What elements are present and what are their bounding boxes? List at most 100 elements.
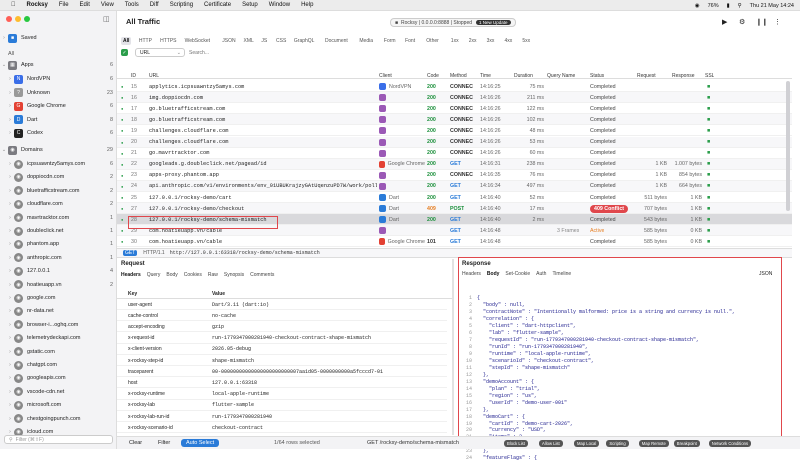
sidebar-item-domain[interactable]: › ◉ phantom.app 1 <box>0 238 117 250</box>
response-format-select[interactable]: JSON <box>759 271 772 277</box>
filter-tab-all[interactable]: All <box>121 37 132 45</box>
clear-button[interactable]: Clear <box>129 440 142 446</box>
header-row[interactable]: x-rocksy-scenario-id checkout-contract <box>117 423 447 434</box>
tab-request-headers[interactable]: Headers <box>121 272 141 278</box>
column-header-id[interactable]: ID <box>131 70 136 81</box>
clock[interactable]: Thu 21 May 14:24 <box>750 3 794 9</box>
minimize-window-button[interactable] <box>15 16 21 22</box>
menu-file[interactable]: File <box>59 2 69 8</box>
table-row[interactable]: ● 24 api.anthropic.com/v1/environments/env… <box>117 180 792 192</box>
tool-pill-network-conditions[interactable]: Network Conditions <box>708 440 752 447</box>
menu-app[interactable]: Rocksy <box>27 2 48 8</box>
sidebar-group-domains[interactable]: ⌄ ◉ Domains 29 <box>0 144 117 156</box>
sidebar-item-domain[interactable]: › ◉ chatgpt.com <box>0 359 117 371</box>
close-window-button[interactable] <box>6 16 12 22</box>
tool-pill-scripting[interactable]: Scripting <box>606 440 629 447</box>
header-row[interactable]: accept-encoding gzip <box>117 322 447 333</box>
filter-tab-xml[interactable]: XML <box>244 37 254 45</box>
tab-request-comments[interactable]: Comments <box>250 272 274 278</box>
table-row[interactable]: ● 22 googleads.g.doubleclick.net/pagead/id… <box>117 158 792 170</box>
url-text[interactable]: http://127.0.0.1:63318/rocksy-demo/schem… <box>170 250 320 256</box>
battery-icon[interactable]: ▮ <box>727 3 730 9</box>
sidebar-item-domain[interactable]: › ◉ vscode-cdn.net <box>0 386 117 398</box>
tool-pill-allow-list[interactable]: Allow List <box>539 440 563 447</box>
header-row[interactable]: x-rocksy-runtime local-apple-runtime <box>117 390 447 400</box>
sidebar-item-domain[interactable]: › ◉ 127.0.0.1 4 <box>0 265 117 277</box>
filter-tab-other[interactable]: Other <box>426 37 439 45</box>
column-header-method[interactable]: Method <box>450 70 467 81</box>
column-header-query-name[interactable]: Query Name <box>547 70 575 81</box>
filter-tab-js[interactable]: JS <box>261 37 267 45</box>
table-row[interactable]: ● 20 challenges.cloudflare.com 200 CONNEC 14:… <box>117 136 792 148</box>
sidebar-item-domain[interactable]: › ◉ mavrtracktor.com 1 <box>0 212 117 224</box>
header-row[interactable]: x-client-version 2026.05-debug <box>117 345 447 355</box>
sidebar-item-saved[interactable]: › ■ Saved <box>0 32 117 44</box>
tab-response-headers[interactable]: Headers <box>462 271 481 277</box>
table-row[interactable]: ● 16 img.doppiocdn.com 200 CONNEC 14:16:26 211… <box>117 92 792 104</box>
table-row[interactable]: ● 18 go.bluetrafficstream.com 200 CONNEC 14:1… <box>117 114 792 126</box>
header-row[interactable]: x-rocksy-step-id shape-mismatch <box>117 356 447 366</box>
menu-view[interactable]: View <box>101 2 114 8</box>
table-row[interactable]: ● 27 127.0.0.1/rocksy-demo/checkout Dart 409… <box>117 203 792 215</box>
filter-tab-https[interactable]: HTTPS <box>160 37 176 45</box>
menu-setup[interactable]: Setup <box>242 2 258 8</box>
tab-response-body[interactable]: Body <box>487 271 500 277</box>
sidebar-item-domain[interactable]: › ◉ telemetrydeckapi.com <box>0 332 117 344</box>
table-row[interactable]: ● 21 go.mavrtracktor.com 200 CONNEC 14:16:26 6… <box>117 148 792 159</box>
tab-request-raw[interactable]: Raw <box>208 272 218 278</box>
table-row[interactable]: ● 15 applytics.icpsuawntzy5amys.com NordVPN… <box>117 81 792 92</box>
tab-response-auth[interactable]: Auth <box>536 271 546 277</box>
filter-tab-document[interactable]: Document <box>325 37 348 45</box>
pane-divider[interactable] <box>452 259 454 435</box>
filter-tab-websocket[interactable]: WebSocket <box>185 37 210 45</box>
sidebar-item-app[interactable]: › G Google Chrome 6 <box>0 100 117 112</box>
zoom-window-button[interactable] <box>24 16 30 22</box>
sidebar-item-domain[interactable]: › ◉ gstatic.com <box>0 346 117 358</box>
proxy-status[interactable]: ■ Rocksy | 0.0.0.0:8888 | Stopped 1 New … <box>390 18 516 27</box>
sidebar-item-app[interactable]: › N NordVPN 6 <box>0 73 117 85</box>
tab-response-set-cookie[interactable]: Set-Cookie <box>505 271 530 277</box>
sidebar-item-domain[interactable]: › ◉ browser-i...oghq.com <box>0 319 117 331</box>
tool-pill-breakpoint[interactable]: Breakpoint <box>673 440 700 447</box>
filter-tab-1xx[interactable]: 1xx <box>451 37 459 45</box>
more-icon[interactable]: ⋮ <box>774 18 781 26</box>
header-row[interactable]: x-rocksy-lab flutter-sample <box>117 401 447 411</box>
sidebar-item-domain[interactable]: › ◉ bluetrafficstream.com 2 <box>0 185 117 197</box>
table-row[interactable]: ● 25 127.0.0.1/rocksy-demo/cart Dart 200 GET 1… <box>117 192 792 203</box>
table-row[interactable]: ● 17 go.bluetrafficstream.com 200 CONNEC 14:1… <box>117 103 792 115</box>
search-icon[interactable]: ⚲ <box>738 3 742 9</box>
filter-tab-5xx[interactable]: 5xx <box>522 37 530 45</box>
sidebar-item-app[interactable]: › D Dart 8 <box>0 114 117 126</box>
sidebar-item-app[interactable]: ›? Unknown 23 <box>0 87 117 99</box>
new-update-badge[interactable]: 1 New Update <box>476 20 511 25</box>
menu-tools[interactable]: Tools <box>125 2 139 8</box>
sidebar-item-domain[interactable]: › ◉ anthropic.com 1 <box>0 252 117 264</box>
tab-request-body[interactable]: Body <box>166 272 177 278</box>
sidebar-item-domain[interactable]: › ◉ cloudflare.com 2 <box>0 198 117 210</box>
header-row[interactable]: host 127.0.0.1:63318 <box>117 378 447 389</box>
sidebar-item-domain[interactable]: › ◉ hoatieuapp.vn 2 <box>0 279 117 291</box>
tab-request-query[interactable]: Query <box>147 272 161 278</box>
filter-tab-2xx[interactable]: 2xx <box>469 37 477 45</box>
header-row[interactable]: cache-control no-cache <box>117 311 447 322</box>
search-input[interactable] <box>189 48 439 57</box>
sidebar-item-domain[interactable]: › ◉ microsoft.com <box>0 399 117 411</box>
menu-diff[interactable]: Diff <box>150 2 159 8</box>
sidebar-item-domain[interactable]: › ◉ doubleclick.net 1 <box>0 225 117 237</box>
filter-tab-font[interactable]: Font <box>405 37 415 45</box>
filter-tab-css[interactable]: CSS <box>276 37 286 45</box>
sidebar-filter-input[interactable]: ⚲ Filter (⌘⇧F) <box>4 435 113 444</box>
tab-request-synopsis[interactable]: Synopsis <box>224 272 244 278</box>
tool-pill-block-list[interactable]: Block List <box>504 440 528 447</box>
tools-icon[interactable]: ⚙ <box>739 18 745 26</box>
column-header-status[interactable]: Status <box>590 70 604 81</box>
sidebar-item-domain[interactable]: › ◉ googleapis.com <box>0 372 117 384</box>
table-row[interactable]: ● 30 com.hoatieuapp.vn/cable Google Chrome 1… <box>117 236 792 248</box>
filter-tab-form[interactable]: Form <box>384 37 396 45</box>
apple-icon[interactable]:  <box>11 2 16 8</box>
column-header-time[interactable]: Time <box>480 70 491 81</box>
sidebar-toggle-icon[interactable]: ◫ <box>103 15 110 23</box>
table-row[interactable]: ● 23 apps-proxy.phantom.app 200 CONNEC 14:16:… <box>117 170 792 181</box>
sidebar-item-domain[interactable]: › ◉ chestgoingpunch.com <box>0 413 117 425</box>
pause-icon[interactable]: ❙❙ <box>756 18 768 26</box>
